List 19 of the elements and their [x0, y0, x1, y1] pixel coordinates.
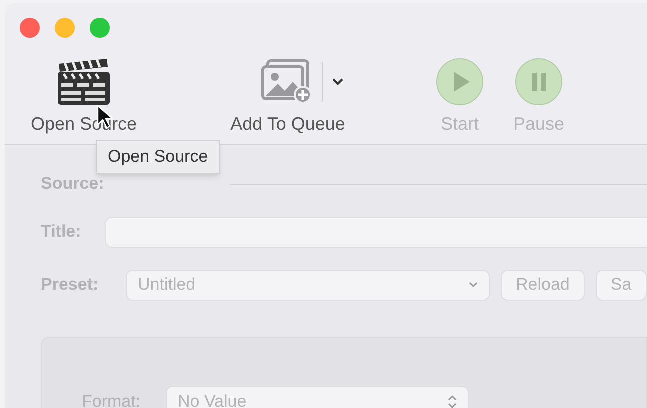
format-value: No Value: [178, 390, 248, 408]
preset-button[interactable]: Sa: [596, 270, 646, 300]
clapperboard-icon: [56, 58, 112, 106]
add-to-queue-button[interactable]: Add To Queue: [214, 55, 362, 138]
preset-value: Untitled: [138, 274, 197, 296]
preset-button[interactable]: Reload: [502, 270, 584, 300]
minimize-button[interactable]: [55, 18, 75, 38]
title-field[interactable]: [106, 218, 647, 246]
up-down-chevron-icon: [448, 394, 457, 408]
play-icon: [436, 58, 484, 106]
tooltip: Open Source: [96, 140, 220, 174]
format-popup[interactable]: No Value: [167, 387, 468, 408]
chevron-down-icon: [469, 282, 478, 288]
preset-dropdown[interactable]: Untitled: [127, 270, 489, 300]
close-button[interactable]: [20, 18, 40, 38]
pause-icon: [515, 58, 563, 106]
add-images-icon: [260, 59, 312, 105]
chevron-down-icon: [332, 78, 344, 86]
zoom-button[interactable]: [90, 18, 110, 38]
